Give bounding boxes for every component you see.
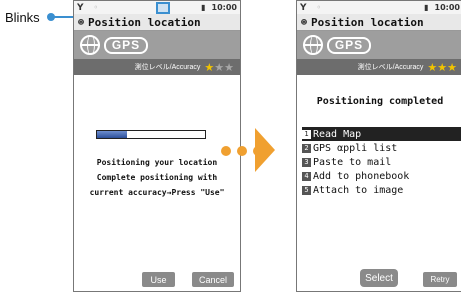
title-bar: ⊛ Position location xyxy=(297,14,461,31)
accuracy-label: 測位レベル/Accuracy xyxy=(357,64,424,71)
progress-bar xyxy=(96,130,206,139)
accuracy-bar: 測位レベル/Accuracy ★★★ xyxy=(297,59,461,75)
accuracy-bar: 測位レベル/Accuracy ★★★ xyxy=(74,59,240,75)
globe-icon xyxy=(80,35,100,55)
status-bar: Y ◦ ▮ 10:00 xyxy=(74,1,240,14)
gps-blinking-icon xyxy=(156,2,170,14)
accuracy-stars: ★★★ xyxy=(204,61,234,74)
message-line: current accuracy→Press "Use" xyxy=(89,188,225,197)
screen-body: Positioning your location Complete posit… xyxy=(74,77,240,267)
message-line: Complete positioning with xyxy=(96,173,218,182)
use-button[interactable]: Use xyxy=(142,272,175,287)
dot xyxy=(237,146,247,156)
menu-item-read-map[interactable]: 1 Read Map xyxy=(302,127,461,141)
signal-icon: ◦ xyxy=(316,3,322,12)
blinks-callout-label: Blinks xyxy=(5,10,40,25)
menu-item-gps-appli-list[interactable]: 2 GPS αppli list xyxy=(302,141,461,155)
completion-status: Positioning completed xyxy=(316,96,444,107)
star-icon: ★ xyxy=(447,61,457,74)
arrow-right-icon xyxy=(255,128,275,172)
number-2-icon: 2 xyxy=(302,143,311,153)
gps-logo-bar: GPS xyxy=(297,31,461,59)
menu-item-paste-to-mail[interactable]: 3 Paste to mail xyxy=(302,155,461,169)
antenna-icon: Y xyxy=(300,2,307,13)
clock: 10:00 xyxy=(434,3,460,12)
signal-icon: ◦ xyxy=(93,3,99,12)
softkey-bar: Use Cancel xyxy=(74,269,240,291)
menu-item-attach-to-image[interactable]: 5 Attach to image xyxy=(302,183,461,197)
menu-item-label: Read Map xyxy=(313,128,362,140)
retry-button[interactable]: Retry xyxy=(423,272,457,287)
globe-icon xyxy=(303,35,323,55)
star-icon: ★ xyxy=(214,61,225,74)
status-message: Positioning your location Complete posit… xyxy=(74,155,240,200)
number-3-icon: 3 xyxy=(302,157,311,167)
page-title: Position location xyxy=(88,15,201,29)
left-phone-screen: Y ◦ ▮ 10:00 ⊛ Position location GPS 測位レベ… xyxy=(73,0,241,292)
star-icon: ★ xyxy=(204,61,215,74)
star-icon: ★ xyxy=(224,61,234,74)
menu-item-label: Add to phonebook xyxy=(313,170,410,182)
select-button[interactable]: Select xyxy=(360,269,398,287)
menu-item-label: GPS αppli list xyxy=(313,142,398,154)
progress-fill xyxy=(97,131,128,138)
battery-icon: ▮ xyxy=(201,3,206,12)
right-phone-screen: Y ◦ ▮ 10:00 ⊛ Position location GPS 測位レベ… xyxy=(296,0,461,292)
gps-logo-bar: GPS xyxy=(74,31,240,59)
gps-app-icon: ⊛ xyxy=(301,16,308,28)
message-line: Positioning your location xyxy=(96,158,218,167)
gps-app-icon: ⊛ xyxy=(78,16,85,28)
title-bar: ⊛ Position location xyxy=(74,14,240,31)
accuracy-stars: ★★★ xyxy=(427,61,457,74)
status-bar: Y ◦ ▮ 10:00 xyxy=(297,1,461,14)
dot xyxy=(221,146,231,156)
clock: 10:00 xyxy=(211,3,237,12)
battery-icon: ▮ xyxy=(424,3,429,12)
number-1-icon: 1 xyxy=(302,129,311,139)
action-menu: 1 Read Map 2 GPS αppli list 3 Paste to m… xyxy=(302,127,461,197)
menu-item-label: Attach to image xyxy=(313,184,404,196)
number-4-icon: 4 xyxy=(302,171,311,181)
antenna-icon: Y xyxy=(77,2,84,13)
gps-logo: GPS xyxy=(104,36,148,54)
star-icon: ★ xyxy=(427,61,438,74)
accuracy-label: 測位レベル/Accuracy xyxy=(134,64,201,71)
menu-item-add-to-phonebook[interactable]: 4 Add to phonebook xyxy=(302,169,461,183)
cancel-button[interactable]: Cancel xyxy=(192,272,234,287)
number-5-icon: 5 xyxy=(302,185,311,195)
page-title: Position location xyxy=(311,15,424,29)
gps-logo: GPS xyxy=(327,36,371,54)
menu-item-label: Paste to mail xyxy=(313,156,392,168)
star-icon: ★ xyxy=(437,61,448,74)
